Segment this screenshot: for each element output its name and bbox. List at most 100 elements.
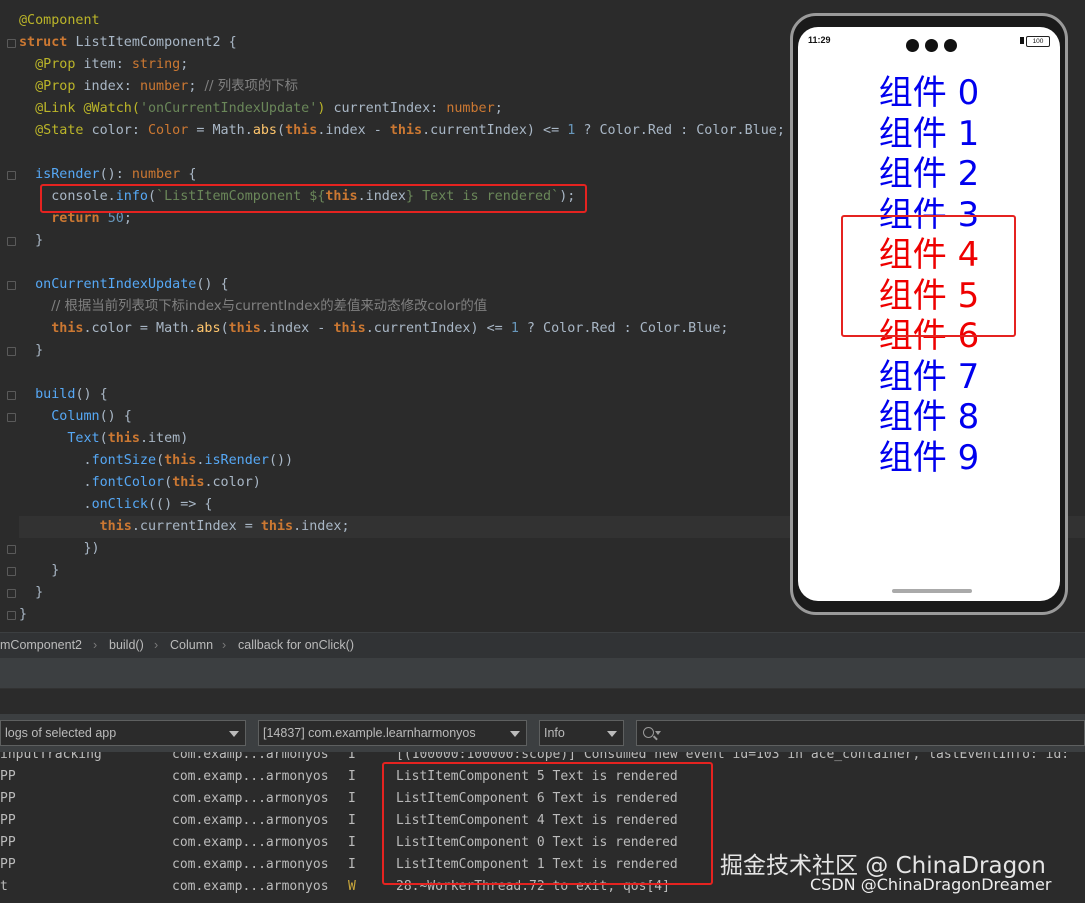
code-token: // 根据当前列表项下标index与currentIndex的差值来动态修改co… <box>51 299 488 314</box>
log-tag: PP <box>0 857 16 872</box>
code-token: = Math. <box>196 123 253 138</box>
code-line: build() { <box>19 384 108 406</box>
fold-marker-icon[interactable] <box>7 567 16 576</box>
code-line: Column() { <box>19 406 132 428</box>
log-level: I <box>348 769 356 784</box>
code-token: ? Color.Red : Color.Blue; <box>575 123 785 138</box>
fold-marker-icon[interactable] <box>7 39 16 48</box>
log-level: W <box>348 879 356 894</box>
camera-dot-icon <box>944 39 957 52</box>
code-token: this <box>99 519 132 534</box>
fold-marker-icon[interactable] <box>7 611 16 620</box>
code-token: index: <box>83 79 140 94</box>
chevron-down-icon <box>510 731 520 737</box>
code-token: @Link @Watch( <box>35 101 140 116</box>
log-tag: PP <box>0 769 16 784</box>
fold-marker-icon[interactable] <box>7 237 16 246</box>
fold-marker-icon[interactable] <box>7 545 16 554</box>
list-item[interactable]: 组件 0 <box>798 65 1060 113</box>
code-token: .item) <box>139 431 189 446</box>
code-line: } <box>19 340 43 362</box>
fold-marker-icon[interactable] <box>7 171 16 180</box>
status-time: 11:29 <box>808 35 831 45</box>
code-token: number <box>446 101 495 116</box>
battery-icon: 100 <box>1026 36 1050 47</box>
code-token: abs <box>252 123 277 138</box>
code-token: .index - <box>260 321 334 336</box>
list-item[interactable]: 组件 2 <box>798 146 1060 194</box>
code-token: .color = Math. <box>83 321 197 336</box>
app-filter-dropdown[interactable]: logs of selected app <box>0 720 246 746</box>
fold-marker-icon[interactable] <box>7 281 16 290</box>
log-tag: PP <box>0 791 16 806</box>
code-token: Color <box>148 123 197 138</box>
list-item[interactable]: 组件 7 <box>798 349 1060 397</box>
process-value: [14837] com.example.learnharmonyos <box>263 726 476 740</box>
code-token: } <box>19 563 60 578</box>
code-line: @Prop item: string; <box>19 54 188 76</box>
log-search-input[interactable] <box>636 720 1085 746</box>
caret-down-icon <box>655 731 661 735</box>
log-pkg: com.examp...armonyos <box>172 879 329 894</box>
breadcrumb-separator-icon: › <box>222 638 227 652</box>
code-token: @Component <box>19 13 100 28</box>
code-token: ( <box>220 321 229 336</box>
code-token: .currentIndex = <box>131 519 261 534</box>
code-line: .onClick(() => { <box>19 494 213 516</box>
code-token: } <box>19 343 44 358</box>
fold-marker-icon[interactable] <box>7 413 16 422</box>
list-item[interactable]: 组件 1 <box>798 106 1060 154</box>
code-token: currentIndex: <box>333 101 447 116</box>
code-token: ( <box>277 123 286 138</box>
fold-marker-icon[interactable] <box>7 391 16 400</box>
code-token: // 列表项的下标 <box>204 79 299 94</box>
home-indicator[interactable] <box>892 589 972 593</box>
breadcrumb-item[interactable]: build() <box>109 633 144 657</box>
code-token: item: <box>83 57 132 72</box>
breadcrumb-item[interactable]: Column <box>170 633 213 657</box>
breadcrumb-item[interactable]: mComponent2 <box>0 633 82 657</box>
code-line: } <box>19 582 43 604</box>
fold-marker-icon[interactable] <box>7 589 16 598</box>
list-item[interactable]: 组件 9 <box>798 430 1060 478</box>
code-token: } <box>19 585 44 600</box>
code-line: @Component <box>19 10 100 32</box>
breadcrumb-separator-icon: › <box>93 638 98 652</box>
list-item[interactable]: 组件 8 <box>798 389 1060 437</box>
log-filter-bar: logs of selected app [14837] com.example… <box>0 714 1085 752</box>
code-token: isRender <box>204 453 269 468</box>
code-token: build <box>35 387 76 402</box>
code-line: .fontColor(this.color) <box>19 472 261 494</box>
code-token: this <box>260 519 294 534</box>
code-line: this.color = Math.abs(this.index - this.… <box>19 318 728 340</box>
code-token: return <box>51 211 108 226</box>
log-pkg: com.examp...armonyos <box>172 769 329 784</box>
fold-marker-icon[interactable] <box>7 347 16 356</box>
process-dropdown[interactable]: [14837] com.example.learnharmonyos <box>258 720 527 746</box>
highlight-box-log-rows <box>382 762 713 885</box>
breadcrumb-item[interactable]: callback for onClick() <box>238 633 354 657</box>
code-token: this <box>51 321 84 336</box>
code-line: @State color: Color = Math.abs(this.inde… <box>19 120 785 142</box>
code-token: string <box>131 57 181 72</box>
code-token: }) <box>19 541 100 556</box>
breadcrumb: mComponent2 › build() › Column › callbac… <box>0 632 1085 658</box>
code-token: ; <box>180 57 189 72</box>
log-tag: t <box>0 879 8 894</box>
code-token: ? Color.Red : Color.Blue; <box>518 321 729 336</box>
log-tag: PP <box>0 835 16 850</box>
code-token: . <box>19 453 92 468</box>
log-level-dropdown[interactable]: Info <box>539 720 624 746</box>
code-token: color: <box>91 123 148 138</box>
code-token: (() => { <box>148 497 213 512</box>
code-line: Text(this.item) <box>19 428 188 450</box>
code-token: ()) <box>268 453 294 468</box>
code-token: .color) <box>204 475 261 490</box>
code-line: } <box>19 604 27 626</box>
